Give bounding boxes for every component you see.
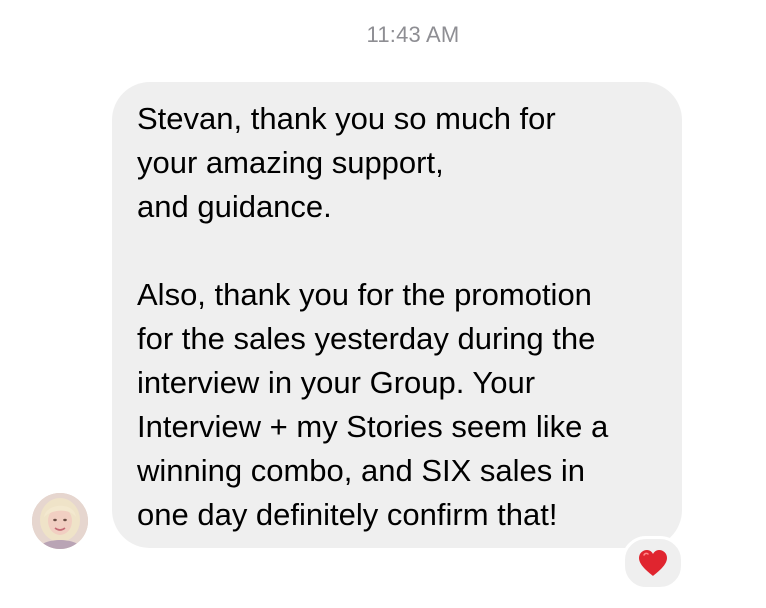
- message-line: for the sales yesterday during the: [137, 321, 596, 356]
- message-line: and guidance.: [137, 189, 332, 224]
- message-timestamp: 11:43 AM: [366, 22, 460, 47]
- message-line: one day definitely confirm that!: [137, 497, 558, 532]
- avatar[interactable]: [32, 493, 88, 549]
- avatar-photo: [32, 493, 88, 549]
- message-line: Also, thank you for the promotion: [137, 277, 592, 312]
- message-line: interview in your Group. Your: [137, 365, 536, 400]
- message-bubble[interactable]: Stevan, thank you so much for your amazi…: [112, 82, 682, 548]
- message-line-blank: [137, 229, 660, 273]
- message-line: Stevan, thank you so much for: [137, 101, 556, 136]
- message-line: Interview + my Stories seem like a: [137, 409, 609, 444]
- heart-reaction[interactable]: [622, 536, 684, 590]
- heart-icon: [639, 550, 667, 576]
- message-line: winning combo, and SIX sales in: [137, 453, 586, 488]
- message-line: your amazing support,: [137, 145, 444, 180]
